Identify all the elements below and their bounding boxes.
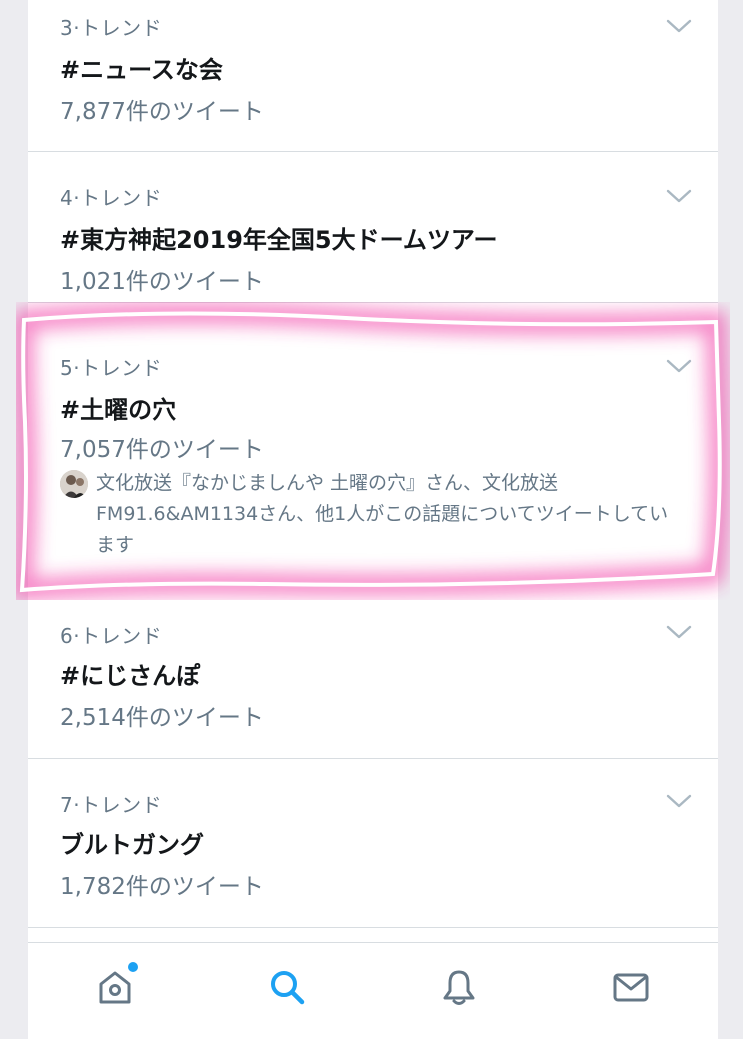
- tab-home[interactable]: [65, 943, 165, 1035]
- home-icon: [99, 971, 131, 1004]
- trend-tweet-count: 1,021件のツイート: [60, 269, 264, 295]
- tab-messages[interactable]: [581, 943, 681, 1035]
- avatar: [60, 470, 88, 498]
- trend-name: #土曜の穴: [60, 396, 177, 424]
- tab-search[interactable]: [237, 943, 337, 1035]
- bell-icon: [443, 970, 475, 1005]
- trend-item-5[interactable]: 5·トレンド #土曜の穴 7,057件のツイート 文化放送『なかじましんや 土曜…: [28, 322, 718, 590]
- chevron-down-icon[interactable]: [666, 188, 692, 204]
- notification-dot: [128, 962, 138, 972]
- trend-rank: 3·トレンド: [60, 16, 163, 40]
- trend-name: #にじさんぽ: [60, 662, 201, 690]
- chevron-down-icon[interactable]: [666, 793, 692, 809]
- trend-tweet-count: 1,782件のツイート: [60, 874, 264, 900]
- tab-notifications[interactable]: [409, 943, 509, 1035]
- trend-tweet-count: 7,057件のツイート: [60, 437, 264, 463]
- search-icon: [271, 971, 305, 1005]
- trend-item-3[interactable]: 3·トレンド #ニュースな会 7,877件のツイート: [28, 0, 718, 152]
- trend-name: #東方神起2019年全国5大ドームツアー: [60, 226, 498, 254]
- trend-rank: 5·トレンド: [60, 356, 163, 380]
- chevron-down-icon[interactable]: [666, 624, 692, 640]
- trend-tweet-count: 2,514件のツイート: [60, 705, 264, 731]
- trend-name: ブルトガング: [60, 831, 204, 859]
- chevron-down-icon[interactable]: [666, 358, 692, 374]
- trend-tweet-count: 7,877件のツイート: [60, 99, 264, 125]
- trend-rank: 7·トレンド: [60, 793, 163, 817]
- trend-rank: 4·トレンド: [60, 186, 163, 210]
- chevron-down-icon[interactable]: [666, 18, 692, 34]
- trend-rank: 6·トレンド: [60, 624, 163, 648]
- trend-item-7[interactable]: 7·トレンド ブルトガング 1,782件のツイート: [28, 759, 718, 928]
- trend-name: #ニュースな会: [60, 56, 223, 84]
- bottom-tab-bar: [28, 942, 718, 1035]
- mail-icon: [613, 973, 649, 1002]
- trend-item-4[interactable]: 4·トレンド #東方神起2019年全国5大ドームツアー 1,021件のツイート: [28, 152, 718, 303]
- trend-context-text: 文化放送『なかじましんや 土曜の穴』さん、文化放送FM91.6&AM1134さん…: [96, 472, 669, 556]
- trend-item-6[interactable]: 6·トレンド #にじさんぽ 2,514件のツイート: [28, 600, 718, 759]
